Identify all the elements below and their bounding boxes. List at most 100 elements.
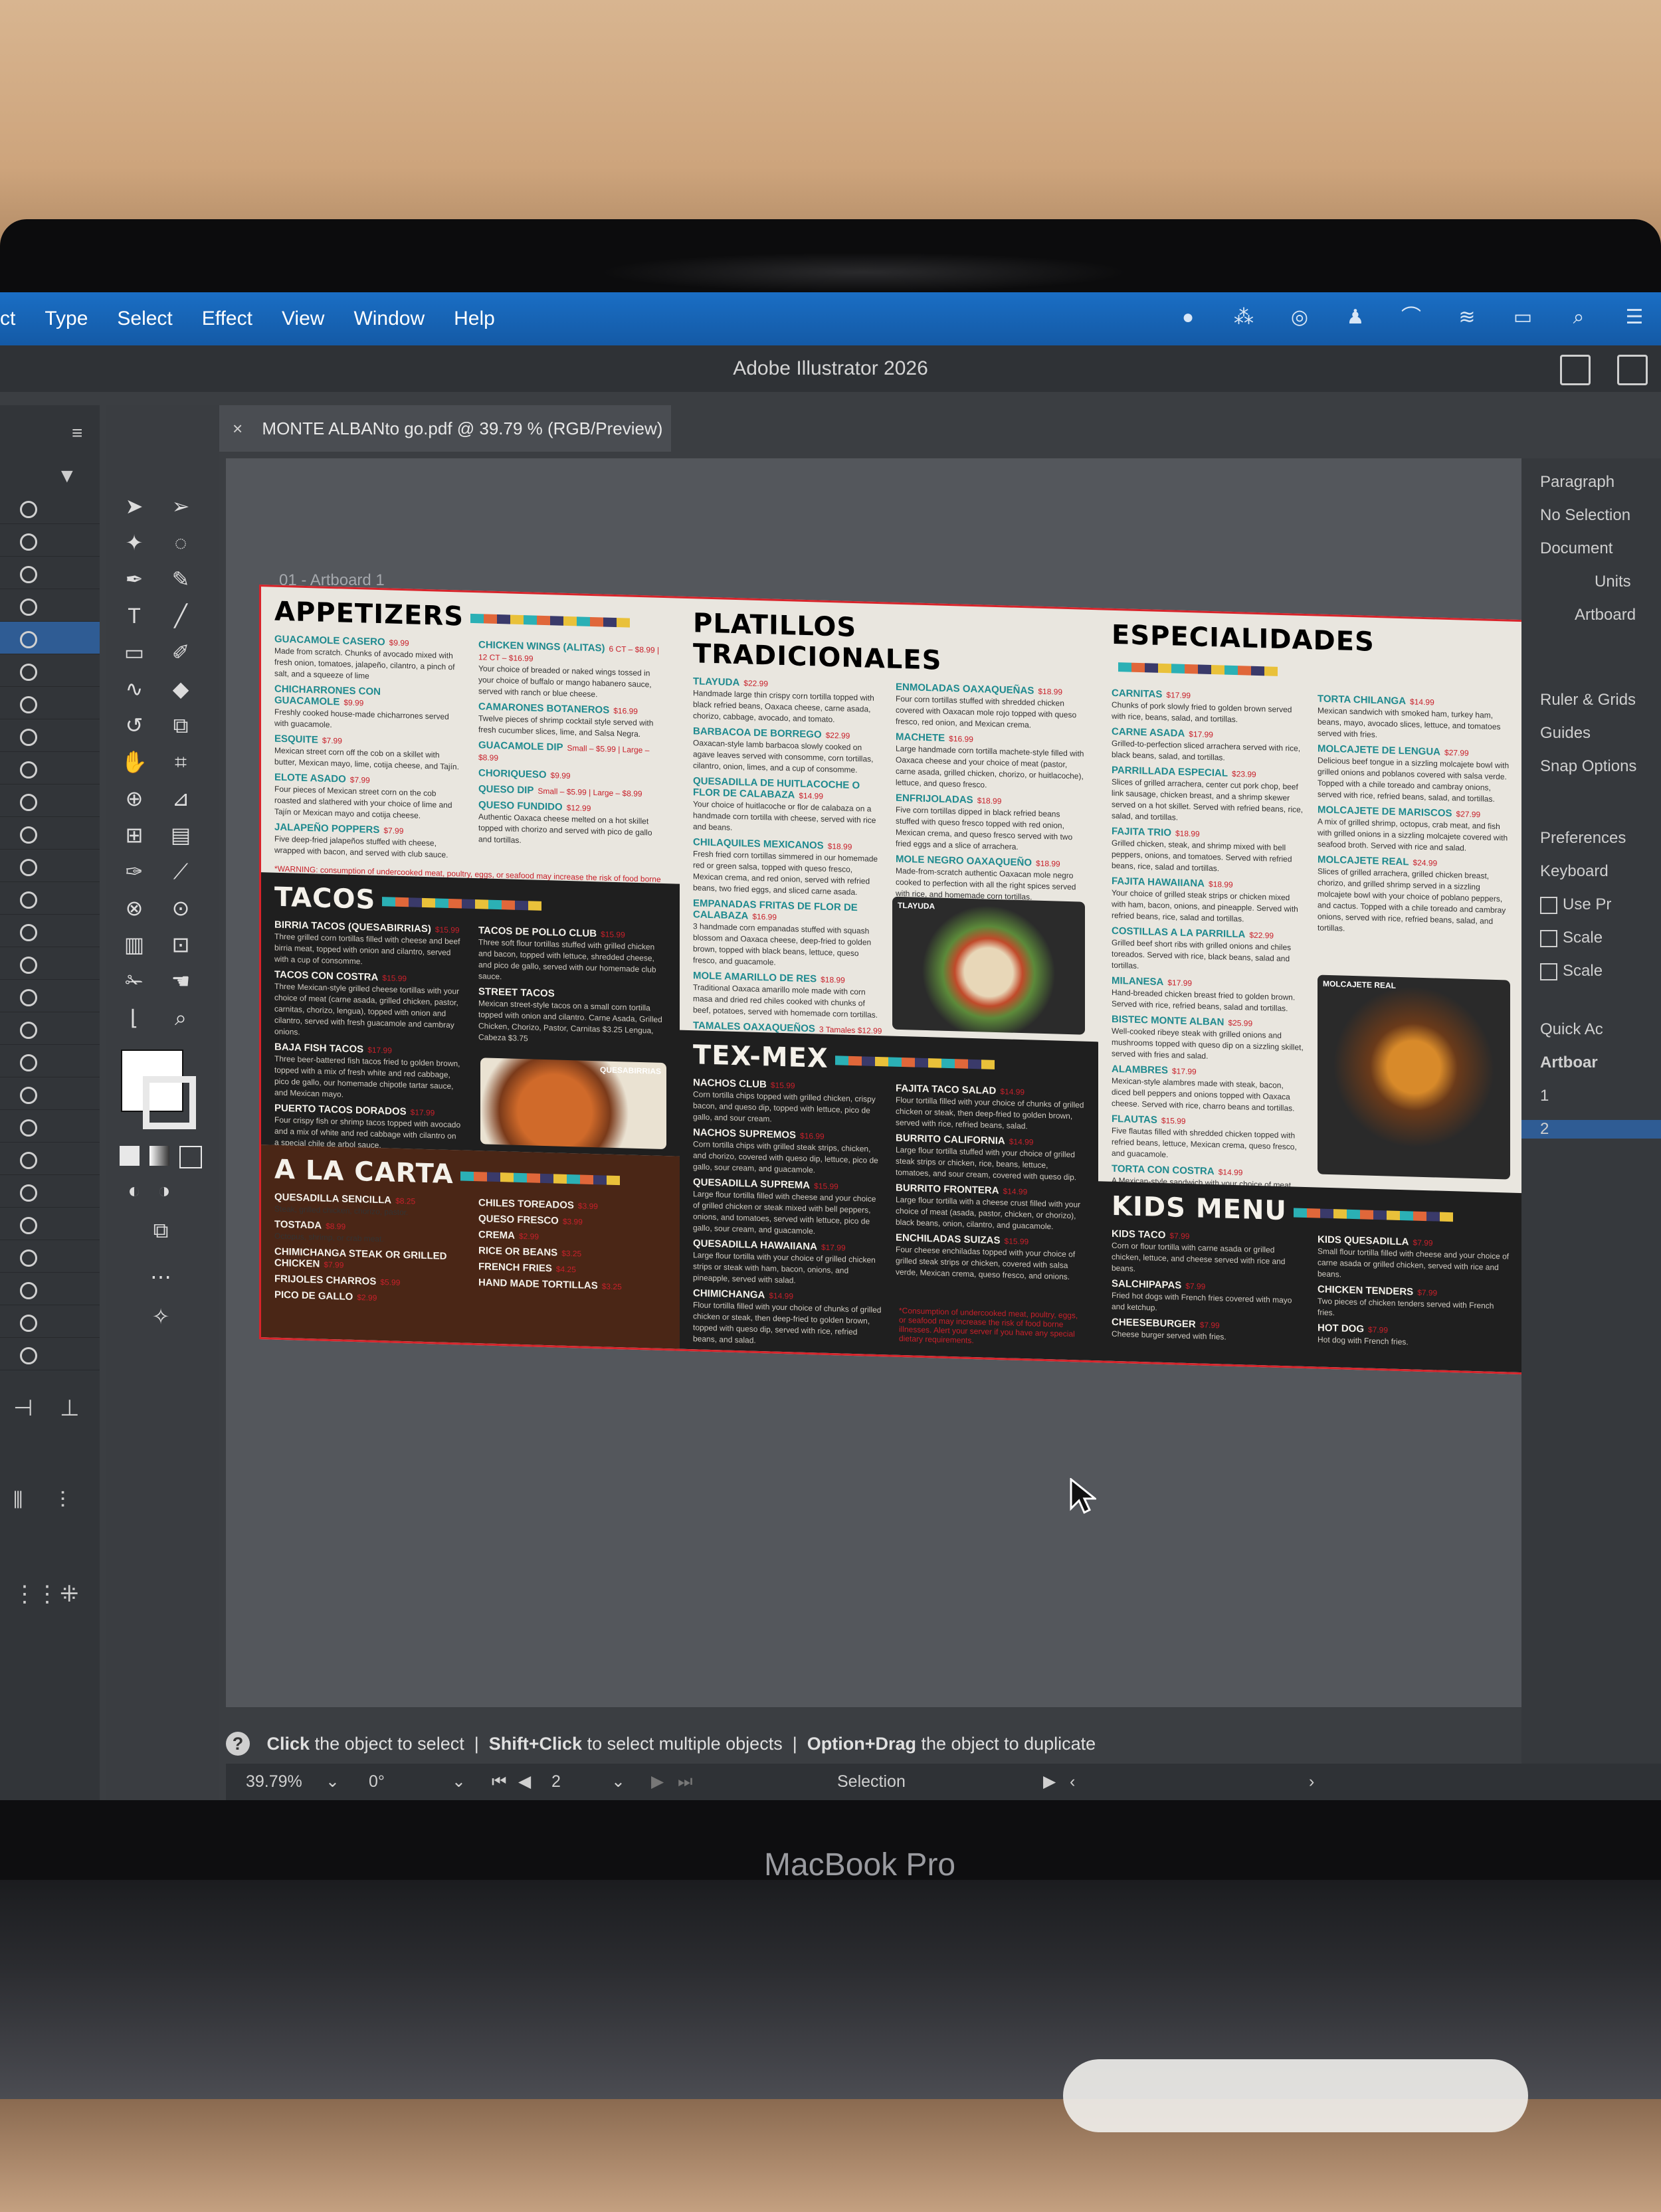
zoom-field[interactable]: 39.79% bbox=[246, 1764, 302, 1800]
tab-paragraph[interactable]: Paragraph bbox=[1540, 473, 1661, 492]
menu-artboard[interactable]: APPETIZERS Guacamole Casero $9.99 Made fro… bbox=[259, 585, 1525, 1375]
visibility-icon[interactable] bbox=[20, 1249, 37, 1267]
menu-view[interactable]: View bbox=[282, 308, 324, 330]
layer-row[interactable] bbox=[0, 850, 100, 882]
document-tab[interactable]: × MONTE ALBANto go.pdf @ 39.79 % (RGB/Pr… bbox=[219, 405, 671, 452]
last-artboard-icon[interactable]: ⏭ bbox=[678, 1764, 693, 1800]
menu-effect[interactable]: Effect bbox=[202, 308, 252, 330]
magic-wand-icon[interactable]: ✦ bbox=[120, 528, 149, 557]
visibility-icon[interactable] bbox=[20, 989, 37, 1006]
previous-artboard-icon[interactable]: ◀ bbox=[518, 1764, 531, 1800]
layer-row[interactable] bbox=[0, 817, 100, 850]
scatter-icon[interactable]: ⁜ bbox=[60, 1581, 79, 1608]
sync-icon[interactable]: ⁂ bbox=[1230, 304, 1257, 331]
visibility-icon[interactable] bbox=[20, 957, 37, 974]
align-bottom-icon[interactable]: ⊥ bbox=[60, 1395, 80, 1422]
eyedropper-tool-icon[interactable]: ✑ bbox=[120, 857, 149, 886]
shaper-tool-icon[interactable]: ∿ bbox=[120, 674, 149, 703]
creative-cloud-icon[interactable]: ● bbox=[1175, 304, 1201, 331]
menu-help[interactable]: Help bbox=[454, 308, 495, 330]
scroll-right-icon[interactable]: › bbox=[1309, 1764, 1314, 1800]
visibility-icon[interactable] bbox=[20, 1217, 37, 1234]
layer-row[interactable] bbox=[0, 492, 100, 524]
grid-icon[interactable]: ⋮⋮ bbox=[13, 1581, 58, 1608]
visibility-icon[interactable] bbox=[20, 1054, 37, 1071]
scale-tool-icon[interactable]: ⧉ bbox=[166, 711, 195, 740]
layer-row[interactable] bbox=[0, 752, 100, 784]
visibility-icon[interactable] bbox=[20, 533, 37, 551]
layer-row[interactable] bbox=[0, 882, 100, 915]
visibility-icon[interactable] bbox=[20, 859, 37, 876]
puppet-warp-icon[interactable]: ⌊ bbox=[120, 1003, 149, 1032]
layer-row[interactable] bbox=[0, 1175, 100, 1208]
zoom-tool-icon[interactable]: ⌕ bbox=[166, 1003, 195, 1032]
curvature-tool-icon[interactable]: ✎ bbox=[166, 565, 195, 594]
mesh-tool-icon[interactable]: ⊞ bbox=[120, 820, 149, 850]
scroll-left-icon[interactable]: ‹ bbox=[1070, 1764, 1075, 1800]
visibility-icon[interactable] bbox=[20, 1152, 37, 1169]
chevron-down-icon[interactable]: ⌄ bbox=[452, 1764, 466, 1800]
graph-tool-icon[interactable]: ▥ bbox=[120, 930, 149, 959]
visibility-icon[interactable] bbox=[20, 696, 37, 713]
menu-select[interactable]: Select bbox=[117, 308, 172, 330]
stroke-swatch[interactable] bbox=[143, 1076, 196, 1129]
layer-row[interactable] bbox=[0, 1012, 100, 1045]
artboard-item-2[interactable]: 2 bbox=[1521, 1120, 1661, 1139]
layer-row[interactable] bbox=[0, 524, 100, 557]
help-icon[interactable]: ? bbox=[226, 1732, 250, 1756]
color-mode-icon[interactable] bbox=[120, 1146, 140, 1166]
free-transform-icon[interactable]: ⌗ bbox=[166, 747, 195, 777]
visibility-icon[interactable] bbox=[20, 1087, 37, 1104]
visibility-icon[interactable] bbox=[20, 1184, 37, 1202]
play-icon[interactable]: ▶ bbox=[1043, 1764, 1056, 1800]
shape-builder-icon[interactable]: ⊕ bbox=[120, 784, 149, 813]
artboard-item-1[interactable]: 1 bbox=[1540, 1087, 1661, 1105]
control-center-icon[interactable]: ☰ bbox=[1621, 304, 1648, 331]
close-icon[interactable]: × bbox=[233, 418, 243, 438]
none-mode-icon[interactable] bbox=[179, 1146, 202, 1168]
wifi-icon[interactable]: ≋ bbox=[1454, 304, 1480, 331]
layer-row[interactable] bbox=[0, 947, 100, 980]
layer-row[interactable] bbox=[0, 1045, 100, 1077]
visibility-icon[interactable] bbox=[20, 566, 37, 583]
align-left-icon[interactable]: ⊣ bbox=[13, 1395, 33, 1422]
rectangle-tool-icon[interactable]: ▭ bbox=[120, 638, 149, 667]
first-artboard-icon[interactable]: ⏮ bbox=[492, 1764, 507, 1800]
screen-mode-icon[interactable]: ⧉ bbox=[146, 1216, 175, 1245]
visibility-icon[interactable] bbox=[20, 1315, 37, 1332]
visibility-icon[interactable] bbox=[20, 1022, 37, 1039]
notifications-icon[interactable] bbox=[1617, 355, 1648, 385]
perspective-grid-icon[interactable]: ⊿ bbox=[166, 784, 195, 813]
layer-row[interactable] bbox=[0, 1305, 100, 1338]
layer-row[interactable] bbox=[0, 557, 100, 589]
distribute-vertical-icon[interactable]: ⫶ bbox=[60, 1488, 66, 1514]
symbol-sprayer-icon[interactable]: ⊙ bbox=[166, 893, 195, 923]
checkbox[interactable] bbox=[1540, 896, 1557, 914]
menu-window[interactable]: Window bbox=[353, 308, 425, 330]
draw-behind-icon[interactable]: ◑ bbox=[149, 1176, 179, 1205]
airplay-icon[interactable]: ⌒ bbox=[1398, 304, 1424, 331]
search-icon[interactable]: ⌕ bbox=[1565, 304, 1592, 331]
visibility-icon[interactable] bbox=[20, 729, 37, 746]
share-icon[interactable] bbox=[1560, 355, 1591, 385]
layer-row[interactable] bbox=[0, 687, 100, 719]
pen-tool-icon[interactable]: ✒ bbox=[120, 565, 149, 594]
visibility-icon[interactable] bbox=[20, 891, 37, 909]
line-tool-icon[interactable]: ╱ bbox=[166, 601, 195, 630]
artboard-tool-icon[interactable]: ⊡ bbox=[166, 930, 195, 959]
warp-tool-icon[interactable]: ✋ bbox=[120, 747, 149, 777]
layer-row[interactable] bbox=[0, 915, 100, 947]
hand-tool-icon[interactable]: ☚ bbox=[166, 967, 195, 996]
gradient-tool-icon[interactable]: ▤ bbox=[166, 820, 195, 850]
gradient-mode-icon[interactable] bbox=[149, 1146, 169, 1166]
layer-row-selected[interactable] bbox=[0, 622, 100, 654]
visibility-icon[interactable] bbox=[20, 761, 37, 779]
menu-type[interactable]: Type bbox=[45, 308, 88, 330]
chevron-down-icon[interactable]: ⌄ bbox=[611, 1764, 625, 1800]
type-tool-icon[interactable]: T bbox=[120, 601, 149, 630]
next-artboard-icon[interactable]: ▶ bbox=[651, 1764, 664, 1800]
scale-corners-checkbox[interactable]: Scale bbox=[1540, 929, 1661, 947]
paintbrush-tool-icon[interactable]: ✐ bbox=[166, 638, 195, 667]
visibility-icon[interactable] bbox=[20, 826, 37, 844]
measure-tool-icon[interactable]: ⟋ bbox=[166, 857, 195, 886]
